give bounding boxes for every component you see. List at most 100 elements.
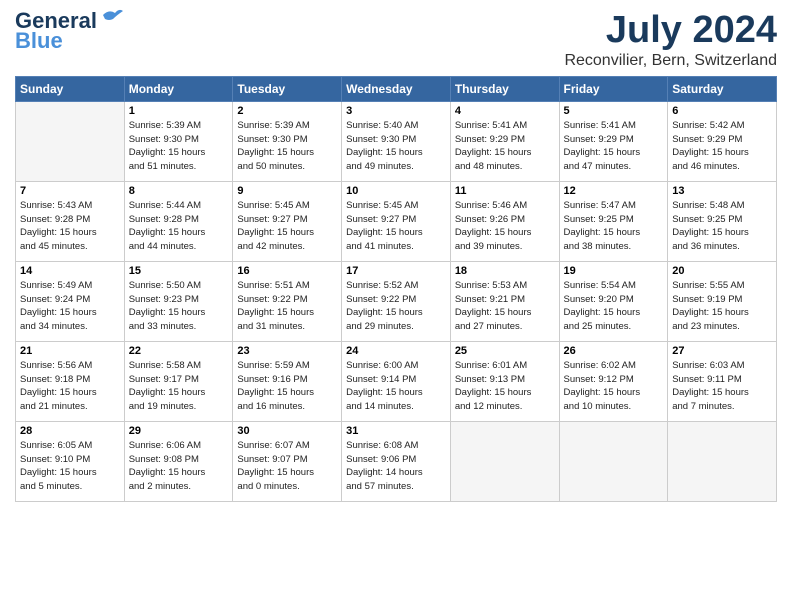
day-number: 17 bbox=[346, 265, 446, 277]
calendar-cell: 17 Sunrise: 5:52 AM Sunset: 9:22 PM Dayli… bbox=[342, 261, 451, 341]
calendar-cell: 4 Sunrise: 5:41 AM Sunset: 9:29 PM Daylig… bbox=[450, 101, 559, 181]
day-number: 19 bbox=[564, 265, 664, 277]
day-info: Sunrise: 5:45 AM Sunset: 9:27 PM Dayligh… bbox=[346, 199, 446, 254]
calendar-cell: 23 Sunrise: 5:59 AM Sunset: 9:16 PM Dayli… bbox=[233, 341, 342, 421]
day-info: Sunrise: 6:05 AM Sunset: 9:10 PM Dayligh… bbox=[20, 439, 120, 494]
calendar-cell: 30 Sunrise: 6:07 AM Sunset: 9:07 PM Dayli… bbox=[233, 421, 342, 501]
calendar-cell: 28Sunrise: 6:05 AM Sunset: 9:10 PM Dayli… bbox=[16, 421, 125, 501]
calendar-cell: 15 Sunrise: 5:50 AM Sunset: 9:23 PM Dayli… bbox=[124, 261, 233, 341]
day-number: 7 bbox=[20, 185, 120, 197]
day-number: 13 bbox=[672, 185, 772, 197]
day-info: Sunrise: 5:47 AM Sunset: 9:25 PM Dayligh… bbox=[564, 199, 664, 254]
day-info: Sunrise: 6:06 AM Sunset: 9:08 PM Dayligh… bbox=[129, 439, 229, 494]
calendar-cell: 2 Sunrise: 5:39 AM Sunset: 9:30 PM Daylig… bbox=[233, 101, 342, 181]
calendar-cell: 20 Sunrise: 5:55 AM Sunset: 9:19 PM Dayli… bbox=[668, 261, 777, 341]
location: Reconvilier, Bern, Switzerland bbox=[564, 52, 777, 70]
day-number: 24 bbox=[346, 345, 446, 357]
day-info: Sunrise: 5:56 AM Sunset: 9:18 PM Dayligh… bbox=[20, 359, 120, 414]
calendar-cell: 22Sunrise: 5:58 AM Sunset: 9:17 PM Dayli… bbox=[124, 341, 233, 421]
calendar-cell: 21 Sunrise: 5:56 AM Sunset: 9:18 PM Dayli… bbox=[16, 341, 125, 421]
day-number: 23 bbox=[237, 345, 337, 357]
col-friday: Friday bbox=[559, 76, 668, 101]
calendar-cell bbox=[559, 421, 668, 501]
day-info: Sunrise: 6:00 AM Sunset: 9:14 PM Dayligh… bbox=[346, 359, 446, 414]
day-info: Sunrise: 6:07 AM Sunset: 9:07 PM Dayligh… bbox=[237, 439, 337, 494]
calendar-cell bbox=[668, 421, 777, 501]
month-title: July 2024 bbox=[564, 10, 777, 52]
calendar-cell: 13Sunrise: 5:48 AM Sunset: 9:25 PM Dayli… bbox=[668, 181, 777, 261]
day-number: 26 bbox=[564, 345, 664, 357]
calendar-cell: 6 Sunrise: 5:42 AM Sunset: 9:29 PM Daylig… bbox=[668, 101, 777, 181]
calendar-cell: 24 Sunrise: 6:00 AM Sunset: 9:14 PM Dayli… bbox=[342, 341, 451, 421]
day-number: 9 bbox=[237, 185, 337, 197]
day-info: Sunrise: 5:40 AM Sunset: 9:30 PM Dayligh… bbox=[346, 119, 446, 174]
calendar-header-row: Sunday Monday Tuesday Wednesday Thursday… bbox=[16, 76, 777, 101]
calendar-cell: 11 Sunrise: 5:46 AM Sunset: 9:26 PM Dayli… bbox=[450, 181, 559, 261]
day-number: 30 bbox=[237, 425, 337, 437]
calendar-cell: 10 Sunrise: 5:45 AM Sunset: 9:27 PM Dayli… bbox=[342, 181, 451, 261]
day-number: 5 bbox=[564, 105, 664, 117]
day-number: 10 bbox=[346, 185, 446, 197]
day-info: Sunrise: 5:52 AM Sunset: 9:22 PM Dayligh… bbox=[346, 279, 446, 334]
calendar-cell: 8 Sunrise: 5:44 AM Sunset: 9:28 PM Daylig… bbox=[124, 181, 233, 261]
col-sunday: Sunday bbox=[16, 76, 125, 101]
day-number: 6 bbox=[672, 105, 772, 117]
day-info: Sunrise: 5:49 AM Sunset: 9:24 PM Dayligh… bbox=[20, 279, 120, 334]
logo-blue: Blue bbox=[15, 30, 63, 52]
col-tuesday: Tuesday bbox=[233, 76, 342, 101]
day-info: Sunrise: 6:08 AM Sunset: 9:06 PM Dayligh… bbox=[346, 439, 446, 494]
day-info: Sunrise: 6:02 AM Sunset: 9:12 PM Dayligh… bbox=[564, 359, 664, 414]
calendar-cell bbox=[16, 101, 125, 181]
day-number: 27 bbox=[672, 345, 772, 357]
day-number: 25 bbox=[455, 345, 555, 357]
day-info: Sunrise: 5:42 AM Sunset: 9:29 PM Dayligh… bbox=[672, 119, 772, 174]
day-info: Sunrise: 5:39 AM Sunset: 9:30 PM Dayligh… bbox=[237, 119, 337, 174]
calendar-cell: 29 Sunrise: 6:06 AM Sunset: 9:08 PM Dayli… bbox=[124, 421, 233, 501]
calendar-row-2: 7 Sunrise: 5:43 AM Sunset: 9:28 PM Daylig… bbox=[16, 181, 777, 261]
day-info: Sunrise: 6:03 AM Sunset: 9:11 PM Dayligh… bbox=[672, 359, 772, 414]
calendar-cell: 19Sunrise: 5:54 AM Sunset: 9:20 PM Dayli… bbox=[559, 261, 668, 341]
day-number: 22 bbox=[129, 345, 229, 357]
col-saturday: Saturday bbox=[668, 76, 777, 101]
day-number: 2 bbox=[237, 105, 337, 117]
calendar-cell: 7 Sunrise: 5:43 AM Sunset: 9:28 PM Daylig… bbox=[16, 181, 125, 261]
logo: General Blue bbox=[15, 10, 123, 52]
calendar-cell: 14Sunrise: 5:49 AM Sunset: 9:24 PM Dayli… bbox=[16, 261, 125, 341]
day-info: Sunrise: 5:50 AM Sunset: 9:23 PM Dayligh… bbox=[129, 279, 229, 334]
day-info: Sunrise: 5:44 AM Sunset: 9:28 PM Dayligh… bbox=[129, 199, 229, 254]
calendar-cell: 9 Sunrise: 5:45 AM Sunset: 9:27 PM Daylig… bbox=[233, 181, 342, 261]
day-info: Sunrise: 5:45 AM Sunset: 9:27 PM Dayligh… bbox=[237, 199, 337, 254]
day-number: 18 bbox=[455, 265, 555, 277]
day-number: 15 bbox=[129, 265, 229, 277]
calendar-cell bbox=[450, 421, 559, 501]
calendar-row-3: 14Sunrise: 5:49 AM Sunset: 9:24 PM Dayli… bbox=[16, 261, 777, 341]
day-info: Sunrise: 5:46 AM Sunset: 9:26 PM Dayligh… bbox=[455, 199, 555, 254]
day-number: 20 bbox=[672, 265, 772, 277]
day-info: Sunrise: 5:41 AM Sunset: 9:29 PM Dayligh… bbox=[455, 119, 555, 174]
day-info: Sunrise: 5:59 AM Sunset: 9:16 PM Dayligh… bbox=[237, 359, 337, 414]
col-wednesday: Wednesday bbox=[342, 76, 451, 101]
calendar-row-5: 28Sunrise: 6:05 AM Sunset: 9:10 PM Dayli… bbox=[16, 421, 777, 501]
day-number: 11 bbox=[455, 185, 555, 197]
col-monday: Monday bbox=[124, 76, 233, 101]
day-number: 29 bbox=[129, 425, 229, 437]
title-section: July 2024 Reconvilier, Bern, Switzerland bbox=[564, 10, 777, 70]
day-number: 3 bbox=[346, 105, 446, 117]
day-info: Sunrise: 6:01 AM Sunset: 9:13 PM Dayligh… bbox=[455, 359, 555, 414]
day-number: 1 bbox=[129, 105, 229, 117]
col-thursday: Thursday bbox=[450, 76, 559, 101]
day-info: Sunrise: 5:43 AM Sunset: 9:28 PM Dayligh… bbox=[20, 199, 120, 254]
page-header: General Blue July 2024 Reconvilier, Bern… bbox=[15, 10, 777, 70]
day-number: 31 bbox=[346, 425, 446, 437]
day-number: 21 bbox=[20, 345, 120, 357]
day-number: 8 bbox=[129, 185, 229, 197]
day-info: Sunrise: 5:55 AM Sunset: 9:19 PM Dayligh… bbox=[672, 279, 772, 334]
day-number: 4 bbox=[455, 105, 555, 117]
day-number: 12 bbox=[564, 185, 664, 197]
day-info: Sunrise: 5:51 AM Sunset: 9:22 PM Dayligh… bbox=[237, 279, 337, 334]
calendar-cell: 16Sunrise: 5:51 AM Sunset: 9:22 PM Dayli… bbox=[233, 261, 342, 341]
day-info: Sunrise: 5:53 AM Sunset: 9:21 PM Dayligh… bbox=[455, 279, 555, 334]
calendar-cell: 31 Sunrise: 6:08 AM Sunset: 9:06 PM Dayli… bbox=[342, 421, 451, 501]
calendar-cell: 26 Sunrise: 6:02 AM Sunset: 9:12 PM Dayli… bbox=[559, 341, 668, 421]
day-info: Sunrise: 5:39 AM Sunset: 9:30 PM Dayligh… bbox=[129, 119, 229, 174]
